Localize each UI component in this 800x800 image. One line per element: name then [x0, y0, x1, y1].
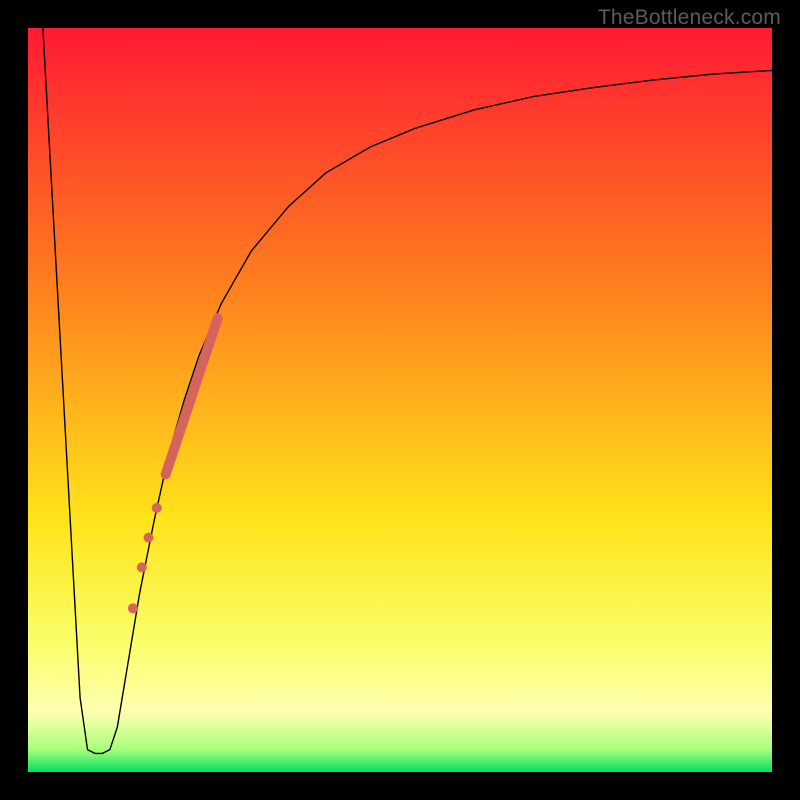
highlight-dot — [128, 603, 138, 613]
chart-frame: TheBottleneck.com — [0, 0, 800, 800]
highlight-dot — [152, 503, 162, 513]
highlight-dot — [137, 562, 147, 572]
watermark-label: TheBottleneck.com — [598, 6, 781, 30]
highlight-dot — [144, 533, 154, 543]
gradient-background — [28, 28, 772, 772]
plot-area — [28, 28, 772, 772]
chart-svg — [28, 28, 772, 772]
